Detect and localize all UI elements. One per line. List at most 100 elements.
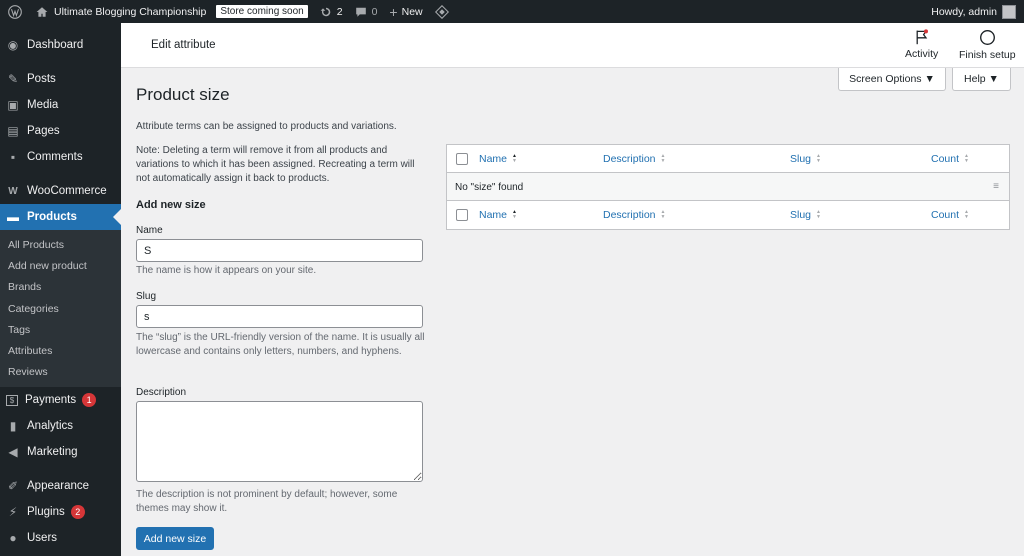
help-button[interactable]: Help ▼ [952, 68, 1011, 91]
refresh-icon [320, 7, 331, 16]
greeting: Howdy, admin [931, 5, 997, 18]
column-label: Description [603, 209, 656, 221]
sidebar-item-plugins[interactable]: ⚡ Plugins 2 [0, 499, 121, 525]
chart-icon: ▮ [9, 419, 17, 434]
delete-note: Note: Deleting a term will remove it fro… [136, 145, 415, 184]
submenu-all-products[interactable]: All Products [0, 234, 121, 255]
submenu-attributes[interactable]: Attributes [0, 340, 121, 361]
row-menu-icon[interactable]: ≡ [993, 181, 999, 192]
sidebar-item-label: Media [27, 99, 59, 111]
table-footer-row: Name ▲ ▼ Description ▲ ▼ Slug ▲ ▼ Count ▲ ▼ [447, 201, 1009, 229]
brush-icon: ✐ [7, 479, 19, 494]
add-new-size-button[interactable]: Add new size [136, 527, 214, 550]
sidebar-item-label: Products [27, 211, 77, 223]
select-all-checkbox-footer[interactable] [456, 209, 468, 221]
sidebar-item-comments[interactable]: ▪ Comments [0, 144, 121, 170]
submenu-categories[interactable]: Categories [0, 298, 121, 319]
media-icon: ▣ [7, 98, 19, 112]
submenu-add-new-product[interactable]: Add new product [0, 255, 121, 276]
slug-input[interactable] [136, 305, 423, 328]
sidebar-item-label: Dashboard [27, 39, 84, 51]
slug-label: Slug [136, 291, 157, 302]
activity-label: Activity [905, 48, 939, 60]
column-label: Count [931, 209, 960, 221]
column-description-header[interactable]: Description ▲ ▼ [603, 153, 665, 165]
screen-options-button[interactable]: Screen Options ▼ [838, 68, 946, 91]
woo-icon: W [8, 185, 18, 197]
payments-badge: 1 [82, 393, 97, 408]
sidebar-item-label: Appearance [27, 480, 90, 493]
products-submenu: All Products Add new product Brands Cate… [0, 230, 121, 388]
plus-icon: + [389, 3, 398, 20]
form-title: Add new size [136, 199, 206, 211]
sidebar-item-users[interactable]: ● Users [0, 525, 121, 551]
column-slug-header[interactable]: Slug ▲ ▼ [790, 153, 821, 165]
submenu-reviews[interactable]: Reviews [0, 362, 121, 383]
column-name-footer[interactable]: Name ▲ ▼ [479, 209, 517, 221]
sidebar-item-analytics[interactable]: ▮ Analytics [0, 413, 121, 439]
sort-arrows-icon: ▲ ▼ [816, 209, 821, 220]
sidebar-item-label: Payments [25, 394, 77, 407]
wordpress-logo-icon[interactable] [0, 0, 30, 23]
sidebar-item-dashboard[interactable]: ◉ Dashboard [0, 32, 121, 58]
comments-link[interactable]: 0 [349, 0, 384, 23]
column-description-footer[interactable]: Description ▲ ▼ [603, 209, 665, 221]
submenu-tags[interactable]: Tags [0, 319, 121, 340]
finish-setup-button[interactable]: Finish setup [959, 29, 1016, 61]
terms-table: Name ▲ ▼ Description ▲ ▼ Slug ▲ ▼ Count ▲ ▼ No "… [446, 144, 1010, 230]
column-label: Slug [790, 153, 812, 165]
column-count-footer[interactable]: Count ▲ ▼ [931, 209, 969, 221]
sort-arrows-icon: ▲ ▼ [512, 209, 517, 220]
dashboard-icon: ◉ [7, 38, 19, 52]
pages-icon: ▤ [7, 124, 19, 138]
sort-arrows-icon: ▲ ▼ [816, 153, 821, 164]
sidebar-item-label: Plugins [27, 506, 65, 519]
plug-icon: ⚡ [8, 505, 18, 520]
updates-link[interactable]: 2 [314, 0, 349, 23]
sidebar-item-label: Pages [27, 125, 60, 137]
current-menu-arrow [113, 209, 121, 225]
sort-arrows-icon: ▲ ▼ [512, 153, 517, 164]
sidebar-item-label: WooCommerce [27, 185, 107, 197]
name-input[interactable] [136, 239, 423, 262]
page-title: Product size [136, 85, 230, 104]
header-title: Edit attribute [151, 39, 216, 51]
user-icon: ● [9, 531, 17, 546]
woocommerce-diamond-icon[interactable] [429, 0, 455, 23]
sidebar-item-payments[interactable]: $ Payments 1 [0, 387, 121, 413]
new-content-link[interactable]: + New [383, 0, 428, 23]
column-label: Slug [790, 209, 812, 221]
sidebar-item-posts[interactable]: ✎ Posts [0, 66, 121, 92]
name-description: The name is how it appears on your site. [136, 265, 317, 276]
sidebar-item-marketing[interactable]: ◀ Marketing [0, 439, 121, 465]
sidebar-item-woocommerce[interactable]: W WooCommerce [0, 178, 121, 204]
sidebar-item-media[interactable]: ▣ Media [0, 92, 121, 118]
updates-count: 2 [336, 5, 343, 18]
comments-count: 0 [371, 5, 378, 18]
sidebar-item-label: Posts [27, 73, 56, 85]
select-all-checkbox[interactable] [456, 153, 468, 165]
sidebar-item-products[interactable]: ▬ Products [0, 204, 121, 230]
activity-button[interactable]: Activity [905, 29, 938, 60]
megaphone-icon: ◀ [8, 445, 18, 460]
column-label: Name [479, 209, 508, 221]
column-count-header[interactable]: Count ▲ ▼ [931, 153, 969, 165]
store-status[interactable]: Store coming soon [212, 0, 313, 23]
site-name-link[interactable]: Ultimate Blogging Championship [30, 0, 212, 23]
sidebar-item-appearance[interactable]: ✐ Appearance [0, 473, 121, 499]
intro-text: Attribute terms can be assigned to produ… [136, 121, 397, 132]
comment-icon: ▪ [10, 150, 16, 164]
plugins-badge: 2 [70, 505, 85, 520]
column-name-header[interactable]: Name ▲ ▼ [479, 153, 517, 165]
column-label: Count [931, 153, 960, 165]
description-textarea[interactable] [136, 401, 423, 482]
column-label: Name [479, 153, 508, 165]
column-slug-footer[interactable]: Slug ▲ ▼ [790, 209, 821, 221]
sort-arrows-icon: ▲ ▼ [964, 153, 969, 164]
store-coming-soon-badge: Store coming soon [216, 5, 308, 18]
description-label: Description [136, 387, 187, 398]
sidebar-item-pages[interactable]: ▤ Pages [0, 118, 121, 144]
my-account-link[interactable]: Howdy, admin [925, 0, 1024, 23]
home-icon [36, 6, 48, 17]
submenu-brands[interactable]: Brands [0, 277, 121, 298]
